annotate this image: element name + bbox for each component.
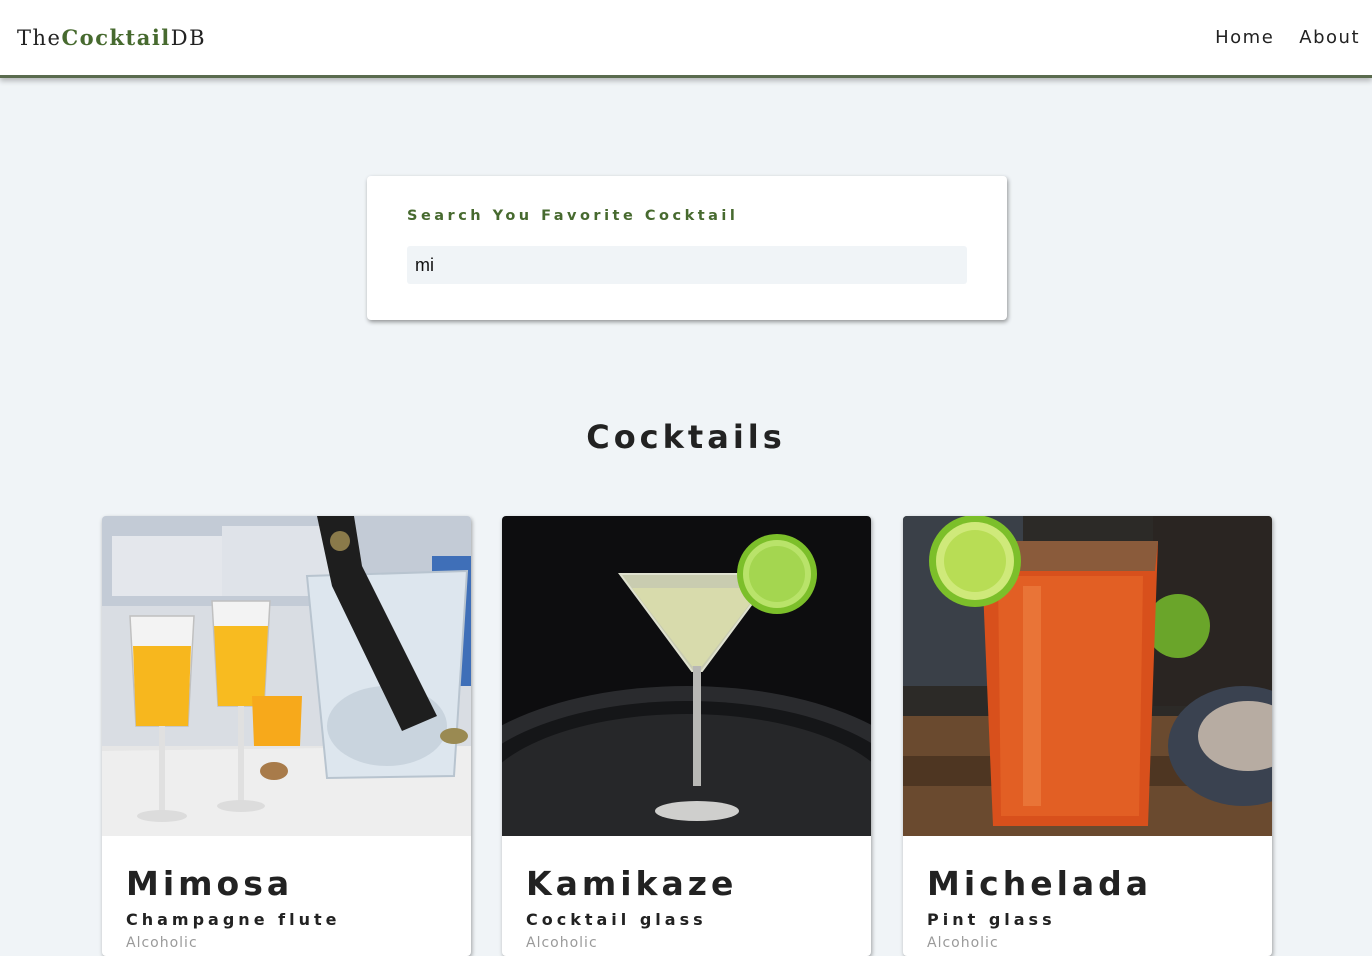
nav-link-home[interactable]: Home (1215, 27, 1274, 48)
cocktail-info: Alcoholic (927, 935, 999, 951)
search-input[interactable] (407, 246, 967, 284)
cocktail-card: Michelada Pint glass Alcoholic (903, 516, 1272, 956)
cocktail-glass: Champagne flute (126, 910, 341, 929)
cocktail-name: Kamikaze (526, 864, 738, 903)
logo-accent: Cocktail (61, 25, 171, 50)
cocktail-glass: Pint glass (927, 910, 1056, 929)
site-logo[interactable]: TheCocktailDB (17, 25, 206, 50)
cocktail-image-michelada[interactable] (903, 516, 1272, 836)
cocktail-glass: Cocktail glass (526, 910, 707, 929)
nav-links: Home About (1215, 27, 1360, 48)
cocktail-name: Mimosa (126, 864, 294, 903)
nav-link-about[interactable]: About (1299, 27, 1360, 48)
search-form: Search You Favorite Cocktail (367, 176, 1007, 320)
logo-suffix: DB (170, 26, 207, 50)
section-title: Cocktails (586, 418, 786, 456)
search-label: Search You Favorite Cocktail (407, 208, 739, 224)
card-body: Kamikaze Cocktail glass Alcoholic (502, 836, 871, 951)
cocktail-info: Alcoholic (126, 935, 198, 951)
cocktail-image-kamikaze[interactable] (502, 516, 871, 836)
card-body: Michelada Pint glass Alcoholic (903, 836, 1272, 951)
card-body: Mimosa Champagne flute Alcoholic (102, 836, 471, 951)
logo-prefix: The (17, 26, 62, 50)
cocktail-info: Alcoholic (526, 935, 598, 951)
cocktail-image-mimosa[interactable] (102, 516, 471, 836)
cocktail-card: Mimosa Champagne flute Alcoholic (102, 516, 471, 956)
cocktail-name: Michelada (927, 864, 1153, 903)
cocktail-card: Kamikaze Cocktail glass Alcoholic (502, 516, 871, 956)
navbar: TheCocktailDB Home About (0, 0, 1372, 78)
